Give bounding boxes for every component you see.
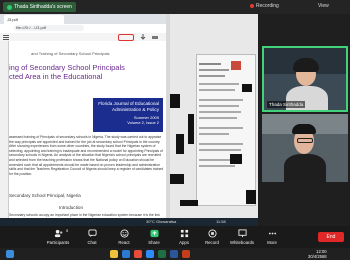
document-window: [196, 54, 256, 206]
apps-label: Apps: [179, 240, 189, 245]
abstract-text: assessed training of Principals of secon…: [9, 135, 164, 176]
print-icon[interactable]: [152, 34, 158, 40]
participant-name-tag: Thada Sirithadda: [267, 101, 306, 108]
browser-tab-bar: J3.pdf: [0, 14, 166, 24]
participant-video-2[interactable]: [262, 114, 348, 182]
record-button[interactable]: Record: [198, 229, 226, 245]
react-icon: [119, 229, 129, 238]
edge-icon[interactable]: [122, 250, 130, 258]
file-explorer-icon[interactable]: [110, 250, 118, 258]
pdf-thumbnail-sidebar[interactable]: [0, 41, 9, 226]
react-button[interactable]: React: [110, 229, 138, 245]
shared-system-clock: 11:58: [216, 219, 226, 224]
system-clock: 12:00 30/4/2568: [308, 249, 327, 259]
shared-screen: J3.pdf file:///D:/.../J3.pdf and Trainin…: [0, 14, 258, 226]
participant-video-1[interactable]: Thada Sirithadda: [262, 46, 348, 112]
share-button[interactable]: Share: [140, 229, 168, 245]
view-button[interactable]: View: [318, 3, 329, 9]
browser-tab[interactable]: J3.pdf: [4, 15, 64, 24]
secondary-document-pane: [170, 14, 258, 226]
windows-taskbar: 12:00 30/4/2568: [0, 248, 350, 260]
recording-indicator[interactable]: Recording: [250, 3, 279, 9]
pdf-page: and Training of Secondary School Princip…: [9, 41, 166, 226]
record-label: Record: [205, 240, 219, 245]
url-field[interactable]: file:///D:/.../J3.pdf: [14, 25, 84, 31]
apps-icon: [180, 229, 188, 238]
record-dot-icon: [250, 4, 254, 8]
highlight-tool-button[interactable]: [118, 34, 134, 41]
apps-button[interactable]: Apps: [170, 229, 198, 245]
share-status-icon: [7, 4, 12, 10]
whiteboards-button[interactable]: Whiteboards: [228, 229, 256, 245]
share-icon: [149, 229, 159, 238]
journal-running-header: and Training of Secondary School Princip…: [31, 51, 110, 56]
share-label: Share: [148, 240, 160, 245]
keywords: Secondary School Principal, Nigeria: [9, 193, 81, 198]
journal-badge: Florida Journal of Educational Administr…: [93, 98, 163, 132]
browser-window: J3.pdf file:///D:/.../J3.pdf and Trainin…: [0, 14, 166, 226]
meeting-controls-bar: Participants 5 Chat React Share Apps Rec…: [0, 226, 350, 248]
record-icon: [207, 229, 217, 238]
start-icon[interactable]: [6, 250, 14, 258]
chat-label: Chat: [87, 240, 97, 245]
menu-icon[interactable]: [3, 34, 9, 40]
journal-name: Florida Journal of Educational Administr…: [98, 101, 159, 112]
whiteboards-label: Whiteboards: [229, 240, 255, 245]
clock-date: 30/4/2568: [308, 254, 327, 259]
weather-widget[interactable]: 30°C Glowarafsa: [146, 219, 176, 224]
chat-button[interactable]: Chat: [78, 229, 106, 245]
article-title: ing of Secondary School Principals cted …: [9, 63, 125, 81]
whiteboard-icon: [237, 229, 247, 238]
chrome-icon[interactable]: [134, 250, 142, 258]
participants-icon: [54, 229, 62, 238]
chat-icon: [87, 229, 97, 238]
react-label: React: [118, 240, 130, 245]
screen-share-indicator[interactable]: Thada Sirithadda's screen: [3, 2, 76, 12]
participant-body: [284, 154, 326, 182]
recording-label: Recording: [256, 3, 279, 9]
issue-volume: Volume 2, Issue 2: [127, 119, 159, 125]
powerpoint-icon[interactable]: [182, 250, 190, 258]
shared-windows-taskbar: 30°C Glowarafsa 11:58: [0, 218, 258, 226]
participant-body: [286, 86, 328, 110]
zoom-app-icon[interactable]: [146, 250, 154, 258]
end-meeting-button[interactable]: End: [318, 232, 344, 242]
more-button[interactable]: More: [258, 229, 286, 245]
more-icon: [268, 232, 276, 235]
word-icon[interactable]: [170, 250, 178, 258]
more-label: More: [267, 240, 277, 245]
download-icon[interactable]: [140, 34, 146, 40]
participant-count: 5: [66, 228, 69, 233]
section-heading: Introduction: [59, 205, 84, 210]
participants-label: Participants: [46, 240, 70, 245]
zoom-top-bar: Thada Sirithadda's screen Recording View: [0, 0, 350, 14]
share-pill-label: Thada Sirithadda's screen: [14, 4, 72, 10]
excel-icon[interactable]: [158, 250, 166, 258]
